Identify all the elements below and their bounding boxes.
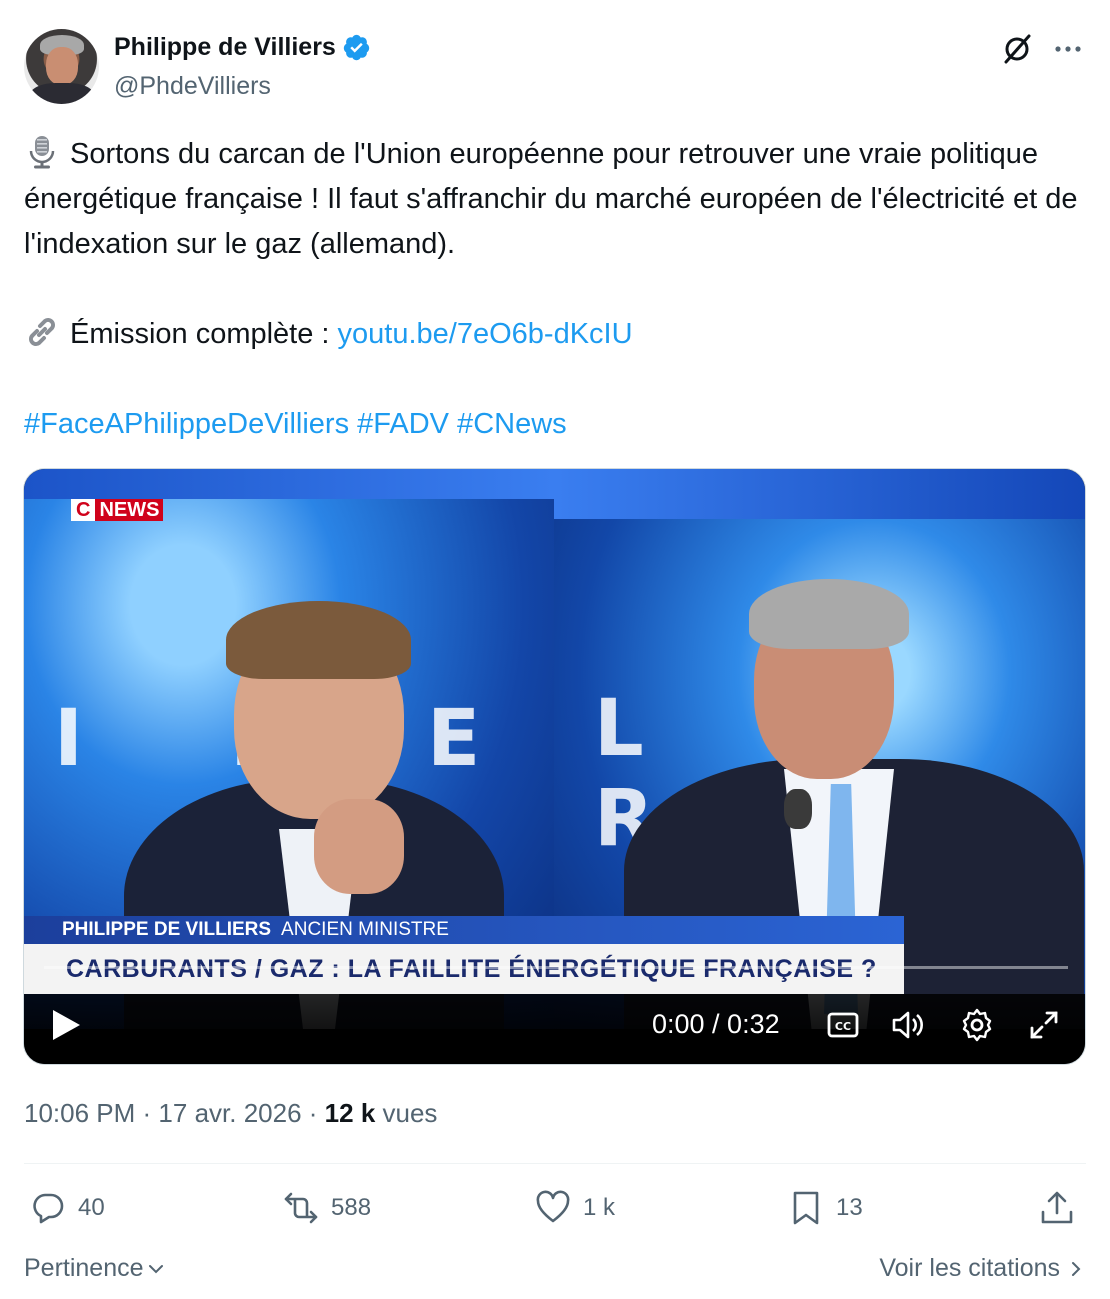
share-button[interactable]: [1039, 1190, 1075, 1226]
guest-hand: [314, 799, 404, 894]
quotes-label: Voir les citations: [879, 1254, 1060, 1282]
divider: [24, 1163, 1086, 1164]
link-icon: [29, 318, 55, 346]
tweet-paragraph: Sortons du carcan de l'Union européenne …: [24, 132, 1086, 267]
more-options-icon[interactable]: [1053, 40, 1083, 58]
tweet-main-text: Sortons du carcan de l'Union européenne …: [24, 138, 1086, 260]
author-name[interactable]: Philippe de Villiers: [114, 33, 336, 62]
video-player[interactable]: · · · · · I L E L I R S CNEWS PHILIPPE D…: [23, 468, 1086, 1065]
verified-badge-icon: [343, 34, 370, 61]
author-name-row[interactable]: Philippe de Villiers: [114, 33, 371, 62]
author-handle[interactable]: @PhdeVilliers: [114, 72, 271, 101]
host-hair: [749, 579, 909, 649]
chevron-down-icon: [148, 1264, 163, 1273]
lower-third-name: PHILIPPE DE VILLIERS ANCIEN MINISTRE: [24, 916, 904, 944]
microphone-icon: [29, 136, 55, 169]
sort-dropdown[interactable]: Pertinence: [24, 1254, 166, 1283]
bookmark-count: 13: [836, 1194, 863, 1221]
video-controls-bar: [24, 994, 1085, 1064]
repost-button[interactable]: 588: [283, 1190, 371, 1226]
tweet-link-line: Émission complète : youtu.be/7eO6b-dKcIU: [24, 312, 1086, 357]
avatar-face: [46, 47, 78, 85]
lower-third-role: ANCIEN MINISTRE: [281, 919, 449, 940]
view-quotes-link[interactable]: Voir les citations: [879, 1254, 1086, 1283]
heart-icon: [536, 1190, 570, 1223]
lower-third-headline: CARBURANTS / GAZ : LA FAILLITE ÉNERGÉTIQ…: [24, 944, 904, 994]
avatar-suit: [30, 83, 94, 104]
volume-icon[interactable]: [890, 1007, 926, 1043]
tweet-meta: 10:06 PM · 17 avr. 2026 · 12 k vues: [24, 1098, 438, 1128]
reply-count: 40: [78, 1194, 105, 1221]
tweet-time[interactable]: 10:06 PM: [24, 1098, 135, 1128]
cnews-logo: C NEWS: [71, 499, 164, 521]
tweet-date[interactable]: 17 avr. 2026: [158, 1098, 301, 1128]
repost-icon: [284, 1192, 318, 1224]
fullscreen-icon[interactable]: [1026, 1007, 1062, 1043]
views-label: vues: [382, 1098, 438, 1128]
hashtags[interactable]: #FaceAPhilippeDeVilliers #FADV #CNews: [24, 402, 1086, 447]
reply-button[interactable]: 40: [30, 1190, 105, 1226]
reply-icon: [33, 1193, 64, 1224]
host-microphone: [784, 789, 812, 829]
sort-label: Pertinence: [24, 1254, 144, 1282]
author-avatar[interactable]: [24, 29, 99, 104]
share-icon: [1041, 1191, 1073, 1224]
like-button[interactable]: 1 k: [535, 1190, 615, 1226]
guest-hair: [226, 601, 411, 679]
repost-count: 588: [331, 1194, 372, 1221]
link-prefix: Émission complète :: [70, 318, 338, 350]
play-icon[interactable]: [50, 1008, 82, 1042]
bookmark-button[interactable]: 13: [788, 1190, 863, 1226]
video-progress-bar[interactable]: [44, 966, 1068, 969]
youtube-link[interactable]: youtu.be/7eO6b-dKcIU: [338, 318, 633, 350]
grok-icon[interactable]: [1000, 32, 1034, 66]
chevron-right-icon: [1072, 1261, 1081, 1276]
svg-text:CC: CC: [835, 1020, 851, 1033]
bookmark-icon: [793, 1191, 819, 1225]
settings-gear-icon[interactable]: [959, 1007, 995, 1043]
video-time: 0:00 / 0:32: [652, 1009, 780, 1039]
tweet-body: Sortons du carcan de l'Union européenne …: [24, 132, 1086, 447]
lower-third-person: PHILIPPE DE VILLIERS: [62, 919, 272, 940]
like-count: 1 k: [583, 1194, 616, 1221]
captions-icon[interactable]: CC: [825, 1007, 861, 1043]
views-count: 12 k: [324, 1098, 376, 1128]
